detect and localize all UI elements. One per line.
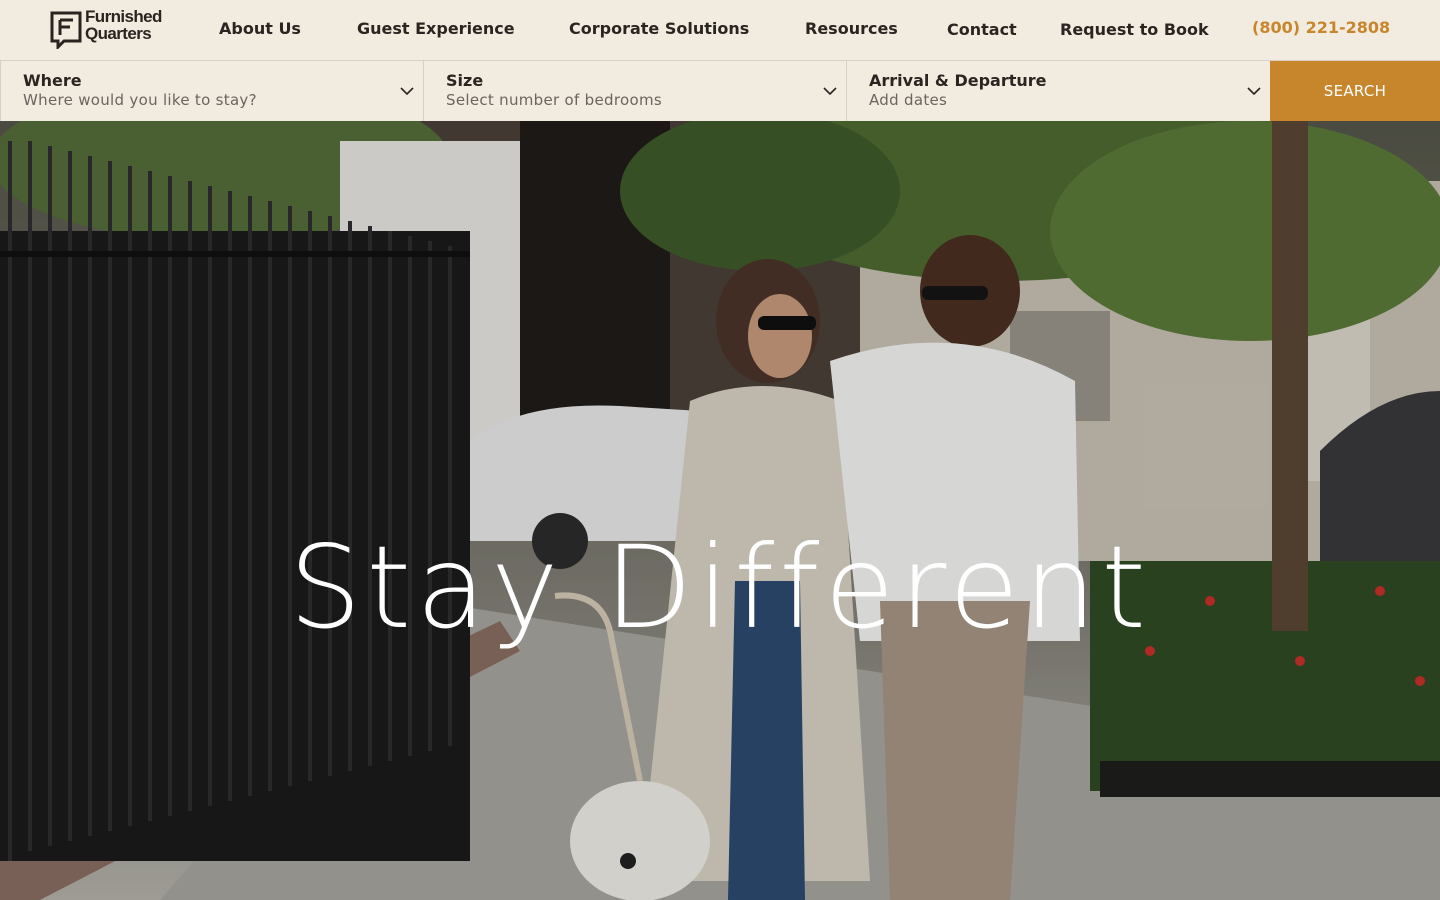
chevron-down-icon [400, 87, 414, 96]
dates-field[interactable]: Arrival & Departure Add dates [847, 61, 1270, 121]
size-field[interactable]: Size Select number of bedrooms [424, 61, 847, 121]
nav-guest-experience[interactable]: Guest Experience [357, 19, 515, 39]
site-header: Furnished Quarters About Us Guest Experi… [0, 0, 1440, 60]
logo-mark-icon [50, 11, 82, 49]
search-bar: Where Where would you like to stay? Size… [0, 60, 1440, 121]
size-label: Size [446, 71, 484, 90]
hero-dim-overlay [0, 121, 1440, 900]
search-button[interactable]: SEARCH [1270, 61, 1440, 121]
where-field[interactable]: Where Where would you like to stay? [0, 61, 424, 121]
chevron-down-icon [823, 87, 837, 96]
brand-name-line1: Furnished [85, 7, 162, 26]
size-placeholder: Select number of bedrooms [446, 91, 662, 109]
brand-wordmark: Furnished Quarters [85, 7, 162, 43]
nav-corporate-solutions[interactable]: Corporate Solutions [569, 19, 749, 39]
where-label: Where [23, 71, 82, 90]
nav-contact[interactable]: Contact [947, 20, 1017, 40]
brand-logo[interactable]: Furnished Quarters [50, 7, 172, 51]
hero-title: Stay Different [289, 521, 1151, 655]
dates-label: Arrival & Departure [869, 71, 1047, 90]
nav-resources[interactable]: Resources [805, 19, 898, 39]
where-placeholder: Where would you like to stay? [23, 91, 257, 109]
nav-request-to-book[interactable]: Request to Book [1060, 20, 1209, 40]
nav-phone-link[interactable]: (800) 221-2808 [1252, 18, 1390, 38]
chevron-down-icon [1247, 87, 1261, 96]
nav-about-us[interactable]: About Us [219, 19, 301, 39]
dates-placeholder: Add dates [869, 91, 948, 109]
hero-section: Stay Different [0, 121, 1440, 900]
brand-name-line2: Quarters [85, 24, 152, 43]
